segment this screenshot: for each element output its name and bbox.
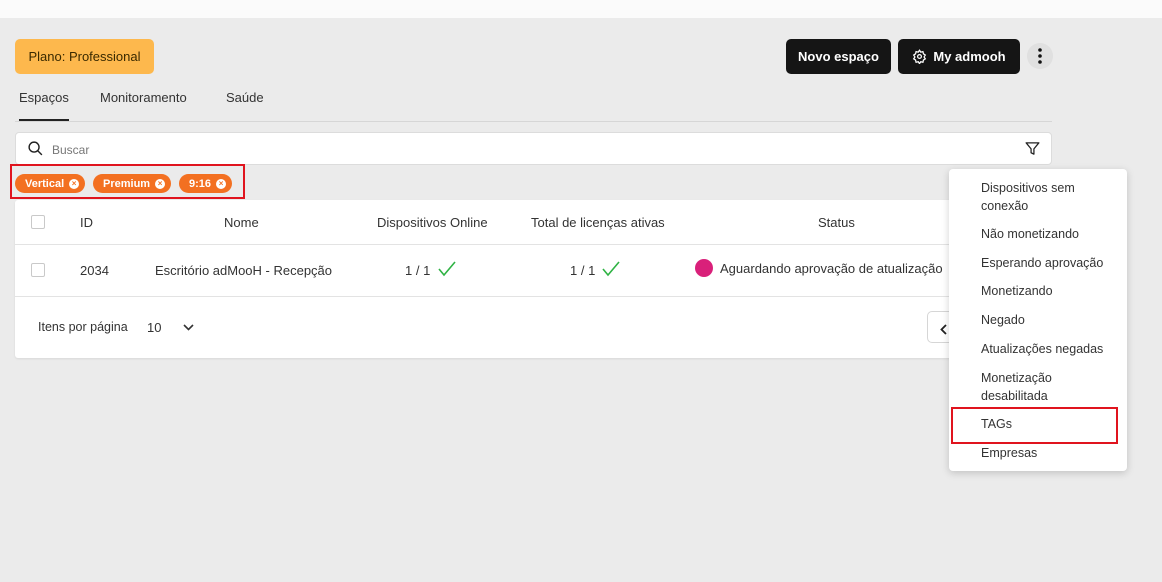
row-devices-online: 1 / 1: [405, 263, 431, 278]
table-footer: Itens por página 10: [15, 297, 1052, 358]
select-all-checkbox[interactable]: [31, 215, 45, 229]
tab-monitoramento[interactable]: Monitoramento: [100, 90, 187, 119]
account-button[interactable]: My admooh: [898, 39, 1020, 74]
menu-item-negado[interactable]: Negado: [981, 311, 1121, 329]
check-icon: [438, 261, 456, 282]
menu-item-empresas[interactable]: Empresas: [981, 444, 1121, 462]
table-header: ID Nome Dispositivos Online Total de lic…: [15, 200, 1052, 245]
close-icon[interactable]: ×: [69, 178, 80, 189]
table-row[interactable]: 2034 Escritório adMooH - Recepção 1 / 1 …: [15, 245, 1052, 297]
close-icon[interactable]: ×: [216, 178, 227, 189]
column-header-licenses: Total de licenças ativas: [531, 215, 665, 230]
more-options-button[interactable]: [1027, 43, 1053, 69]
menu-item-monetizando[interactable]: Monetizando: [981, 282, 1121, 300]
chip-label: Vertical: [25, 177, 65, 190]
column-header-status: Status: [818, 215, 855, 230]
check-icon: [602, 261, 620, 282]
row-name[interactable]: Escritório adMooH - Recepção: [155, 263, 332, 278]
tabs-bar: Espaços Monitoramento Saúde: [15, 88, 1052, 122]
new-space-label: Novo espaço: [798, 49, 879, 64]
column-header-name: Nome: [224, 215, 259, 230]
items-per-page-label: Itens por página: [38, 320, 128, 334]
column-header-devices-online: Dispositivos Online: [377, 215, 488, 230]
chip-label: Premium: [103, 177, 151, 190]
search-input[interactable]: [50, 139, 954, 160]
new-space-button[interactable]: Novo espaço: [786, 39, 891, 74]
items-per-page-select[interactable]: 10: [147, 315, 203, 339]
more-vertical-icon: [1038, 48, 1042, 64]
account-label: My admooh: [933, 49, 1006, 64]
menu-item-atualizacoes-negadas[interactable]: Atualizações negadas: [981, 340, 1121, 358]
menu-item-esperando-aprovacao[interactable]: Esperando aprovação: [981, 254, 1121, 272]
row-checkbox[interactable]: [31, 263, 45, 277]
filter-icon[interactable]: [1024, 140, 1041, 162]
filter-chip-premium[interactable]: Premium ×: [93, 174, 172, 193]
chevron-left-icon: [940, 322, 947, 340]
menu-item-sem-conexao[interactable]: Dispositivos sem conexão: [981, 179, 1121, 215]
row-status: Aguardando aprovação de atualização: [720, 261, 943, 276]
status-indicator-dot: [695, 259, 713, 277]
top-bar: [0, 0, 1162, 18]
tab-saude[interactable]: Saúde: [226, 90, 264, 119]
search-icon: [27, 140, 44, 162]
gear-icon: [912, 49, 927, 64]
menu-item-nao-monetizando[interactable]: Não monetizando: [981, 225, 1121, 243]
items-per-page-value: 10: [147, 319, 162, 335]
plan-badge[interactable]: Plano: Professional: [15, 39, 154, 74]
row-id: 2034: [80, 263, 109, 278]
search-bar: [15, 132, 1052, 165]
column-header-id: ID: [80, 215, 93, 230]
chevron-down-icon: [183, 323, 195, 331]
menu-item-monetizacao-desabilitada[interactable]: Monetização desabilitada: [981, 369, 1121, 405]
tab-espacos[interactable]: Espaços: [19, 90, 69, 121]
menu-item-highlight: [951, 407, 1118, 444]
spaces-table: ID Nome Dispositivos Online Total de lic…: [15, 200, 1052, 358]
close-icon[interactable]: ×: [155, 178, 166, 189]
filter-chip-ratio[interactable]: 9:16 ×: [179, 174, 233, 193]
filter-chip-vertical[interactable]: Vertical ×: [15, 174, 86, 193]
row-licenses: 1 / 1: [570, 263, 596, 278]
chip-label: 9:16: [189, 177, 212, 190]
